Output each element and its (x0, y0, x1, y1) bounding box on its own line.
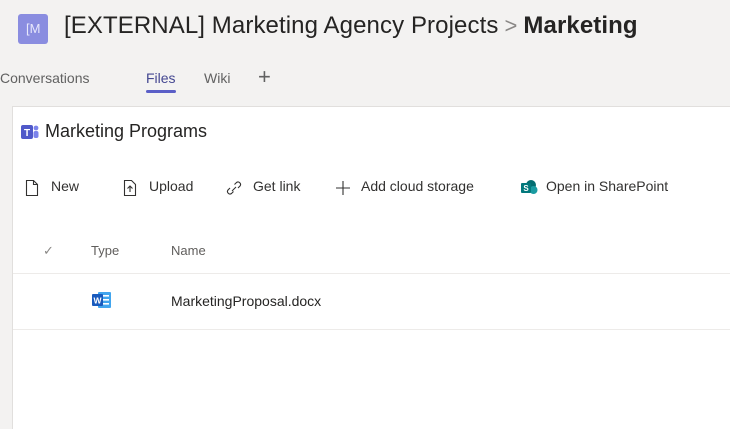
open-in-sharepoint-button[interactable]: S Open in SharePoint (520, 177, 690, 199)
files-panel: T Marketing Programs New Upload Get link… (12, 106, 730, 429)
upload-label: Upload (149, 178, 194, 194)
sharepoint-label: Open in SharePoint (546, 178, 669, 194)
get-link-label: Get link (253, 178, 301, 194)
new-button[interactable]: New (25, 177, 103, 199)
files-toolbar: New Upload Get link Add cloud storage S … (13, 177, 730, 201)
table-row[interactable]: W MarketingProposal.docx (13, 273, 730, 330)
new-file-icon (25, 179, 39, 197)
channel-name[interactable]: Marketing (523, 12, 637, 39)
channel-header: [M [EXTERNAL] Marketing Agency Projects >… (0, 0, 730, 62)
svg-text:S: S (523, 184, 529, 193)
add-cloud-storage-button[interactable]: Add cloud storage (335, 177, 505, 199)
svg-text:T: T (24, 128, 30, 139)
word-icon: W (92, 292, 111, 308)
tab-conversations[interactable]: Conversations (0, 70, 90, 86)
add-cloud-label: Add cloud storage (361, 178, 474, 194)
upload-icon (123, 179, 137, 197)
upload-button[interactable]: Upload (123, 177, 207, 199)
tab-files[interactable]: Files (146, 70, 176, 93)
file-name-link[interactable]: MarketingProposal.docx (171, 293, 321, 309)
table-header: ✓ Type Name (13, 237, 730, 274)
breadcrumb-separator: > (504, 13, 518, 38)
new-label: New (51, 178, 80, 194)
tab-wiki[interactable]: Wiki (204, 70, 230, 86)
team-avatar[interactable]: [M (18, 14, 48, 44)
plus-icon (336, 181, 350, 195)
link-icon (226, 181, 242, 195)
teams-logo-icon: T (21, 125, 39, 139)
column-header-name[interactable]: Name (171, 243, 206, 258)
add-tab-button[interactable]: + (258, 64, 271, 90)
library-title: Marketing Programs (45, 121, 208, 141)
select-all-check-icon[interactable]: ✓ (43, 243, 54, 259)
channel-title: [EXTERNAL] Marketing Agency Projects > Mar… (64, 12, 638, 40)
column-header-type[interactable]: Type (91, 243, 119, 258)
team-name[interactable]: [EXTERNAL] Marketing Agency Projects (64, 12, 498, 39)
svg-text:W: W (93, 296, 102, 306)
sharepoint-icon: S (521, 180, 538, 194)
get-link-button[interactable]: Get link (226, 177, 314, 199)
